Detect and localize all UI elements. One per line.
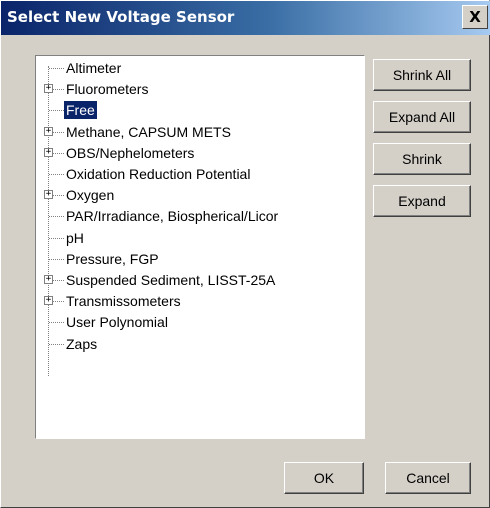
tree-item[interactable]: Pressure, FGP xyxy=(42,249,360,269)
tree-item[interactable]: + Fluorometers xyxy=(42,79,360,99)
shrink-button[interactable]: Shrink xyxy=(373,143,471,175)
tree-connector xyxy=(49,322,64,324)
select-voltage-sensor-dialog: Select New Voltage Sensor X Altimeter + Fl… xyxy=(0,0,490,508)
tree-item-label: Altimeter xyxy=(66,60,122,76)
tree-item[interactable]: pH xyxy=(42,228,360,248)
expand-plus-icon[interactable]: + xyxy=(44,126,53,136)
tree-item-label: OBS/Nephelometers xyxy=(66,144,195,161)
tree-connector xyxy=(49,343,64,345)
tree-item[interactable]: + OBS/Nephelometers xyxy=(42,143,360,163)
tree-item-label: Suspended Sediment, LISST-25A xyxy=(66,272,276,288)
window-title: Select New Voltage Sensor xyxy=(7,8,235,26)
tree-connector xyxy=(49,216,64,218)
tree-item-label: Oxidation Reduction Potential xyxy=(66,166,251,182)
tree-connector xyxy=(49,237,64,239)
tree-item[interactable]: + Suspended Sediment, LISST-25A xyxy=(42,270,360,290)
expand-plus-icon[interactable]: + xyxy=(44,190,53,200)
tree-connector xyxy=(49,258,64,260)
title-bar[interactable]: Select New Voltage Sensor X xyxy=(1,1,490,35)
cancel-button[interactable]: Cancel xyxy=(385,462,471,494)
tree-item[interactable]: Zaps xyxy=(42,334,360,354)
ok-button[interactable]: OK xyxy=(284,462,364,494)
tree-item-label: PAR/Irradiance, Biospherical/Licor xyxy=(66,208,279,225)
tree-item-label: Fluorometers xyxy=(66,81,149,98)
tree-item-label: Methane, CAPSUM METS xyxy=(66,123,231,140)
tree-item[interactable]: User Polynomial xyxy=(42,312,360,332)
tree-item[interactable]: + Transmissometers xyxy=(42,291,360,311)
expand-plus-icon[interactable]: + xyxy=(44,147,53,157)
tree-item-label: Free xyxy=(64,101,97,120)
close-button[interactable]: X xyxy=(462,5,488,29)
tree-item[interactable]: Free xyxy=(42,100,360,120)
tree-item-label: Transmissometers xyxy=(66,293,181,310)
tree-item[interactable]: Oxidation Reduction Potential xyxy=(42,164,360,184)
tree-item-label: Zaps xyxy=(66,335,98,352)
tree-item[interactable]: Altimeter xyxy=(42,58,360,78)
expand-all-button[interactable]: Expand All xyxy=(373,101,471,133)
tree-item-label: pH xyxy=(66,229,84,246)
expand-plus-icon[interactable]: + xyxy=(44,275,53,284)
tree-item-label: Oxygen xyxy=(66,187,115,204)
expand-button[interactable]: Expand xyxy=(373,185,471,217)
sensor-tree[interactable]: Altimeter + Fluorometers Free + Methane, CAPS… xyxy=(35,55,365,439)
tree-item-label: Pressure, FGP xyxy=(66,250,159,267)
tree-connector xyxy=(49,174,64,175)
shrink-all-button[interactable]: Shrink All xyxy=(373,59,471,91)
tree-connector xyxy=(49,110,64,112)
expand-plus-icon[interactable]: + xyxy=(44,84,53,94)
tree-item-label: User Polynomial xyxy=(66,314,168,331)
expand-plus-icon[interactable]: + xyxy=(44,296,53,306)
tree-connector xyxy=(49,68,64,69)
tree-item[interactable]: + Oxygen xyxy=(42,185,360,205)
tree-item[interactable]: + Methane, CAPSUM METS xyxy=(42,122,360,142)
close-icon: X xyxy=(469,8,481,26)
tree-item[interactable]: PAR/Irradiance, Biospherical/Licor xyxy=(42,206,360,226)
